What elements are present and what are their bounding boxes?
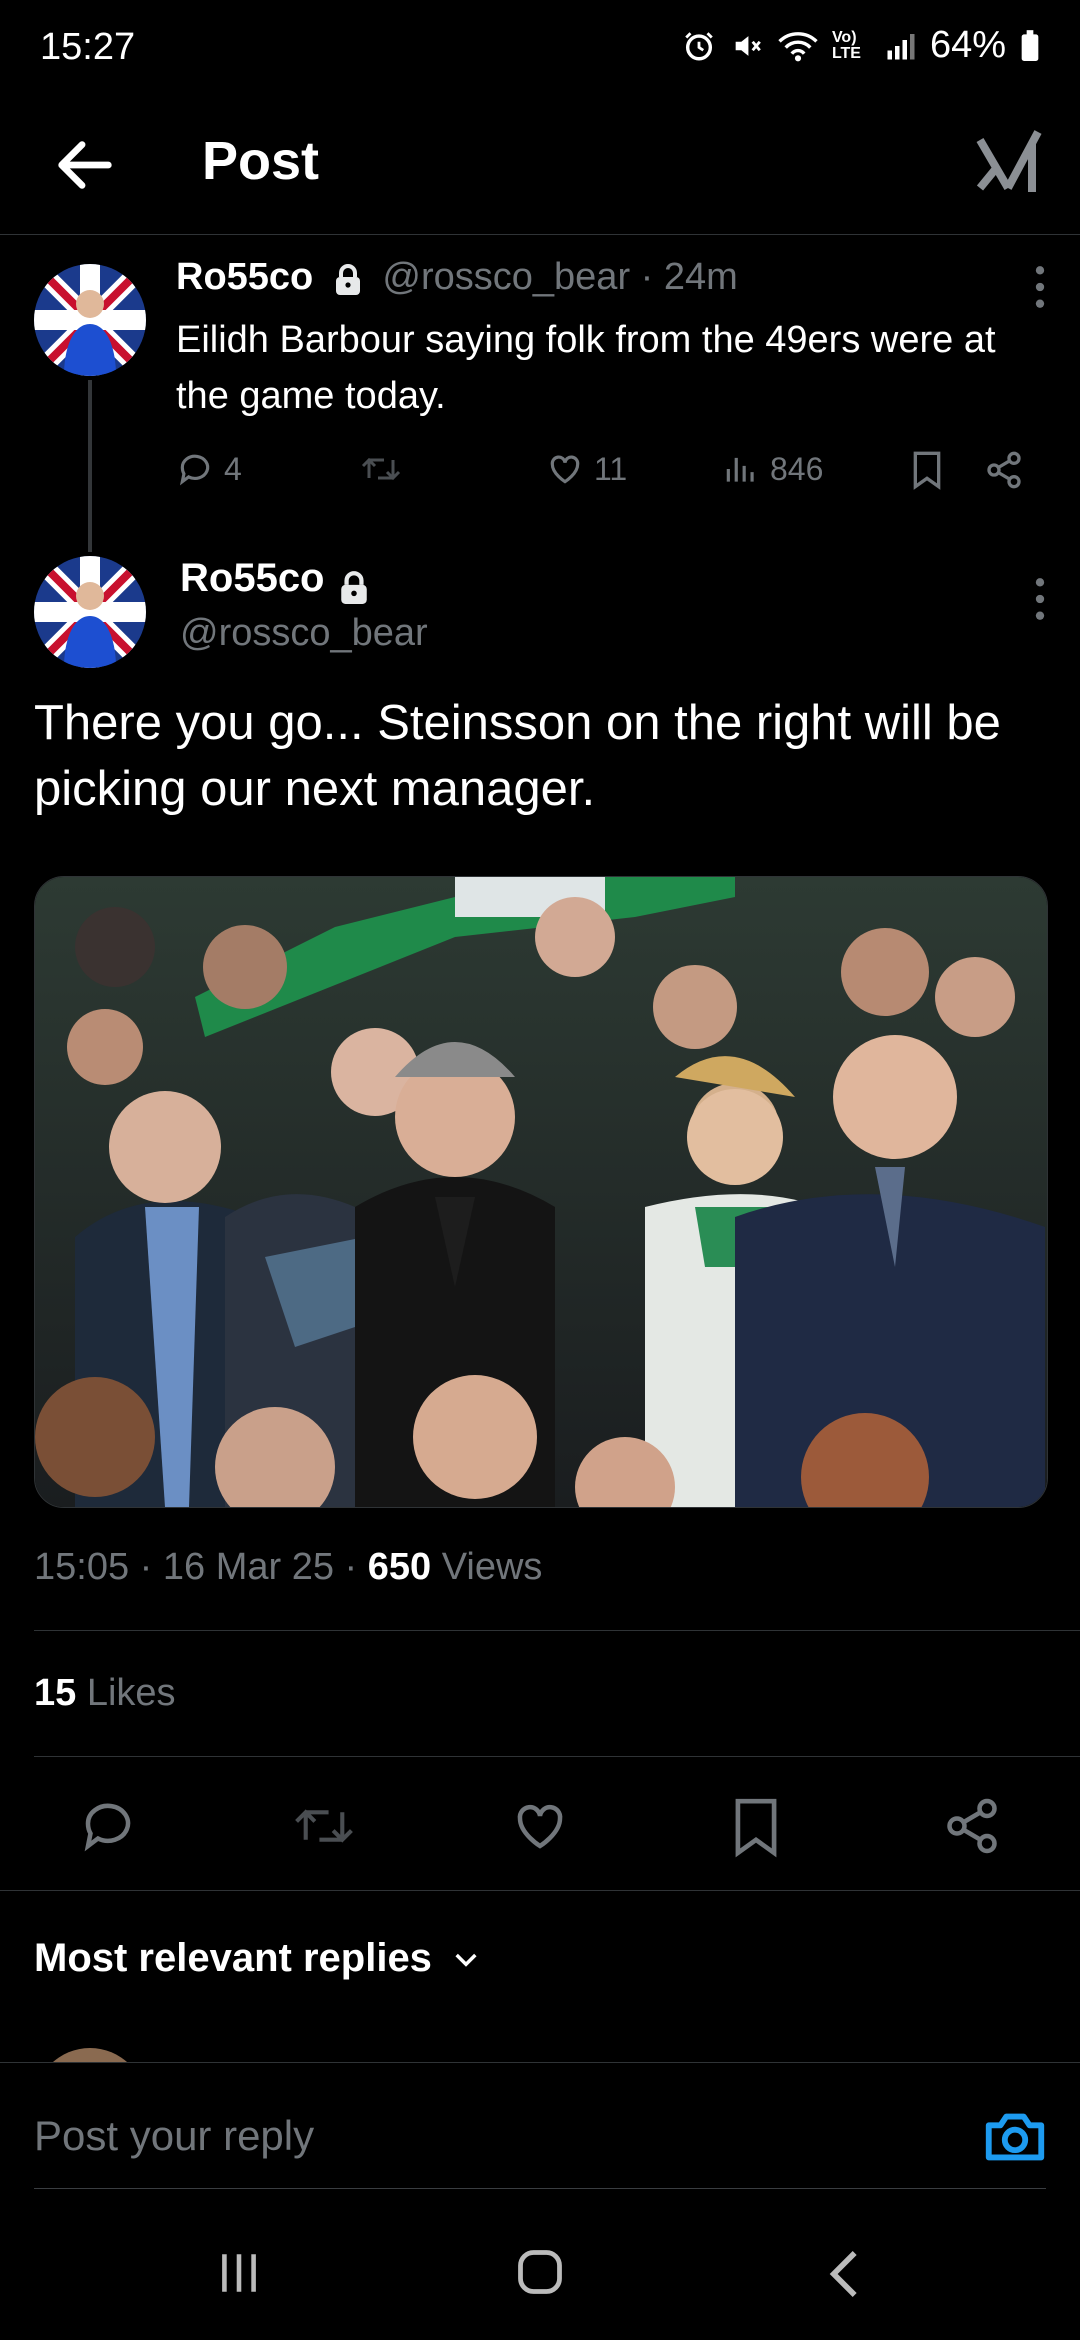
battery-icon: [1020, 29, 1040, 63]
separator: ·: [139, 1546, 153, 1588]
more-icon: [1020, 262, 1060, 312]
chevron-down-icon: [450, 1943, 482, 1975]
recents-button[interactable]: [214, 2250, 264, 2296]
back-button[interactable]: [50, 130, 120, 200]
reply-input-underline: [34, 2188, 1046, 2189]
battery-level: 64%: [929, 24, 1006, 66]
more-icon: [1020, 574, 1060, 624]
reply-button[interactable]: [78, 1796, 138, 1856]
tweet-date: 16 Mar 25: [162, 1546, 334, 1588]
separator: ·: [640, 256, 654, 298]
network-type: Vo) LTE: [831, 28, 861, 62]
divider: [0, 1890, 1080, 1891]
back-nav-button[interactable]: [822, 2246, 864, 2302]
like-count: 11: [594, 450, 628, 487]
back-arrow-icon: [50, 130, 120, 200]
view-count: 846: [770, 450, 824, 487]
author-info: Ro55co @rossco_bear: [180, 556, 428, 655]
share-button[interactable]: [942, 1796, 1002, 1856]
lock-icon: [334, 263, 362, 295]
likes-label: Likes: [86, 1672, 176, 1714]
tweet-text: There you go... Steinsson on the right w…: [34, 696, 1001, 816]
grok-button[interactable]: [972, 124, 1044, 204]
mute-icon: [730, 29, 764, 63]
reply-button[interactable]: 4: [176, 450, 242, 488]
likes-summary[interactable]: 15 Likes: [34, 1672, 176, 1715]
more-options-button[interactable]: [1020, 262, 1060, 312]
likes-count: 15: [34, 1672, 77, 1714]
signal-icon: [886, 31, 916, 61]
retweet-icon: [292, 1796, 356, 1856]
heart-icon: [546, 450, 584, 488]
tweet-time: 15:05: [34, 1546, 130, 1588]
grok-icon: [972, 124, 1044, 204]
handle[interactable]: @rossco_bear: [180, 612, 428, 655]
camera-button[interactable]: [980, 2102, 1050, 2172]
recents-icon: [214, 2250, 264, 2296]
views-icon: [722, 450, 760, 488]
display-name[interactable]: Ro55co: [176, 256, 313, 298]
tweet-header: Ro55co @rossco_bear · 24m: [176, 256, 738, 299]
bookmark-button[interactable]: [908, 450, 946, 490]
reply-sort-dropdown[interactable]: Most relevant replies: [34, 1936, 482, 1981]
timestamp[interactable]: 24m: [664, 256, 738, 298]
home-button[interactable]: [514, 2246, 566, 2298]
views-label[interactable]: Views: [442, 1546, 543, 1588]
display-name[interactable]: Ro55co: [180, 556, 325, 600]
reply-sort-label: Most relevant replies: [34, 1936, 432, 1980]
repost-button[interactable]: [292, 1796, 356, 1856]
status-bar: 15:27 Vo) LTE 64%: [0, 0, 1080, 100]
bookmark-button[interactable]: [728, 1796, 784, 1858]
system-navigation-bar: [0, 2200, 1080, 2340]
heart-icon: [510, 1796, 570, 1856]
more-options-button[interactable]: [1020, 574, 1060, 624]
reply-icon: [176, 450, 214, 488]
wifi-icon: [778, 29, 818, 63]
handle[interactable]: @rossco_bear: [382, 256, 630, 298]
page-title: Post: [202, 131, 320, 191]
parent-tweet[interactable]: Ro55co @rossco_bear · 24m Eilidh Barbour…: [0, 234, 1080, 534]
lock-icon: [339, 570, 369, 604]
reply-input[interactable]: Post your reply: [34, 2112, 314, 2160]
top-app-bar: Post: [0, 100, 1080, 235]
reply-icon: [78, 1796, 138, 1856]
status-icons: Vo) LTE 64%: [682, 24, 1040, 67]
like-button[interactable]: 11: [546, 450, 627, 488]
share-icon: [984, 450, 1024, 490]
alarm-icon: [682, 29, 716, 63]
tweet-action-bar: [0, 1786, 1080, 1866]
repost-button[interactable]: [360, 450, 402, 488]
reply-preview[interactable]: [34, 2048, 1046, 2062]
tweet-photo[interactable]: [34, 876, 1048, 1508]
views-button[interactable]: 846: [722, 450, 823, 488]
share-icon: [942, 1796, 1002, 1856]
reply-count: 4: [224, 450, 242, 487]
home-icon: [514, 2246, 566, 2298]
chevron-left-icon: [822, 2246, 864, 2302]
divider: [34, 1756, 1080, 1757]
like-button[interactable]: [510, 1796, 570, 1856]
camera-icon: [980, 2102, 1050, 2172]
views-count[interactable]: 650: [368, 1546, 431, 1588]
bookmark-icon: [728, 1796, 784, 1858]
status-time: 15:27: [40, 26, 136, 68]
avatar[interactable]: [34, 264, 146, 376]
bookmark-icon: [908, 450, 946, 490]
tweet-metadata: 15:05 · 16 Mar 25 · 650 Views: [34, 1546, 542, 1589]
retweet-icon: [360, 450, 402, 488]
thread-connector: [88, 380, 92, 552]
share-button[interactable]: [984, 450, 1024, 490]
tweet-text: Eilidh Barbour saying folk from the 49er…: [176, 319, 996, 417]
divider: [34, 1630, 1080, 1631]
avatar[interactable]: [34, 556, 146, 668]
separator: ·: [344, 1546, 358, 1588]
